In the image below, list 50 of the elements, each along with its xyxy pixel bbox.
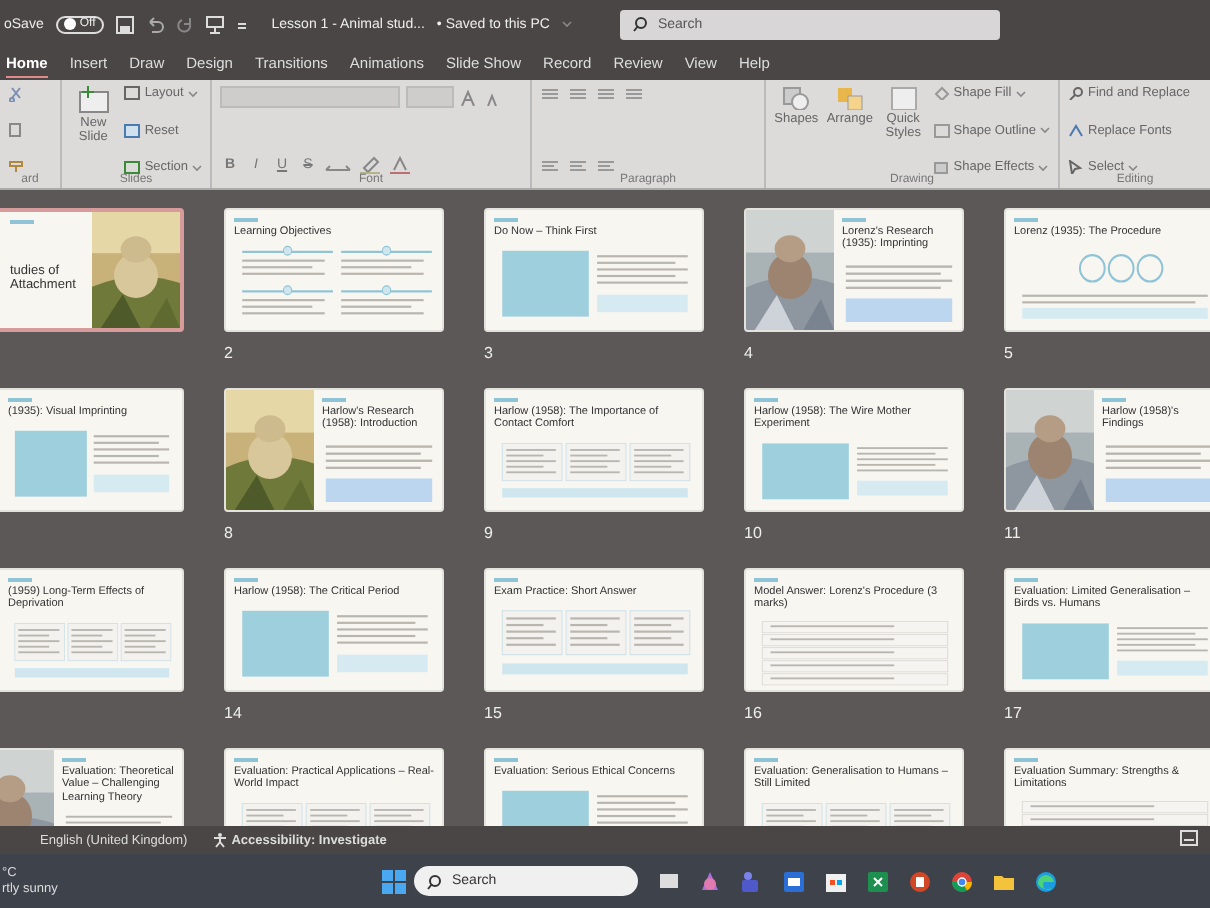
slide-number: 16 [744,704,762,722]
cut-icon[interactable] [8,86,24,102]
slide-number: 14 [224,704,242,722]
notes-icon[interactable] [1180,830,1198,846]
slide-number: 3 [484,344,493,362]
excel-icon[interactable] [866,869,890,893]
start-icon[interactable] [382,869,406,893]
highlight-icon[interactable] [358,156,382,174]
grow-font-icon[interactable] [460,89,478,105]
paint-bucket-icon[interactable] [933,86,950,100]
layout-icon[interactable] [124,86,141,100]
edge-icon[interactable] [1034,869,1058,893]
section-icon[interactable] [124,160,141,174]
search-icon[interactable] [426,873,442,889]
slide-number: 15 [484,704,502,722]
reset-icon[interactable] [124,123,141,137]
powerpoint-icon[interactable] [908,869,932,893]
outline-icon[interactable] [933,123,950,137]
slide-number: 11 [1004,524,1021,542]
presenter-icon[interactable] [205,15,224,33]
teams-icon[interactable] [740,869,764,893]
slide-number: 10 [744,524,762,542]
shrink-font-icon[interactable] [484,89,502,105]
quick-styles-icon[interactable] [889,86,918,110]
word-icon[interactable] [782,869,806,893]
slide-number: 5 [1004,344,1013,362]
new-slide-icon[interactable] [77,86,110,114]
replace-icon[interactable] [1068,123,1084,137]
shapes-icon[interactable] [782,86,811,110]
font-size-field[interactable] [406,86,454,108]
copy-icon[interactable] [8,122,24,138]
pointer-icon[interactable] [1068,160,1084,174]
store-icon[interactable] [824,869,848,893]
undo-icon[interactable] [145,15,164,33]
slide-number: 2 [224,344,233,362]
font-color-icon[interactable] [388,156,412,174]
accessibility-icon[interactable] [211,832,228,848]
slide-number: 17 [1004,704,1022,722]
save-icon[interactable] [115,15,134,33]
slide-number: 4 [744,344,753,362]
slide-number: 9 [484,524,493,542]
font-name-field[interactable] [220,86,400,108]
copilot-icon[interactable] [698,869,722,893]
effects-icon[interactable] [933,160,950,174]
chrome-icon[interactable] [950,869,974,893]
redo-icon[interactable] [175,15,194,33]
format-painter-icon[interactable] [8,158,24,174]
search-icon[interactable] [631,16,648,32]
slide-number: 8 [224,524,233,542]
task-view-icon[interactable] [658,870,680,892]
